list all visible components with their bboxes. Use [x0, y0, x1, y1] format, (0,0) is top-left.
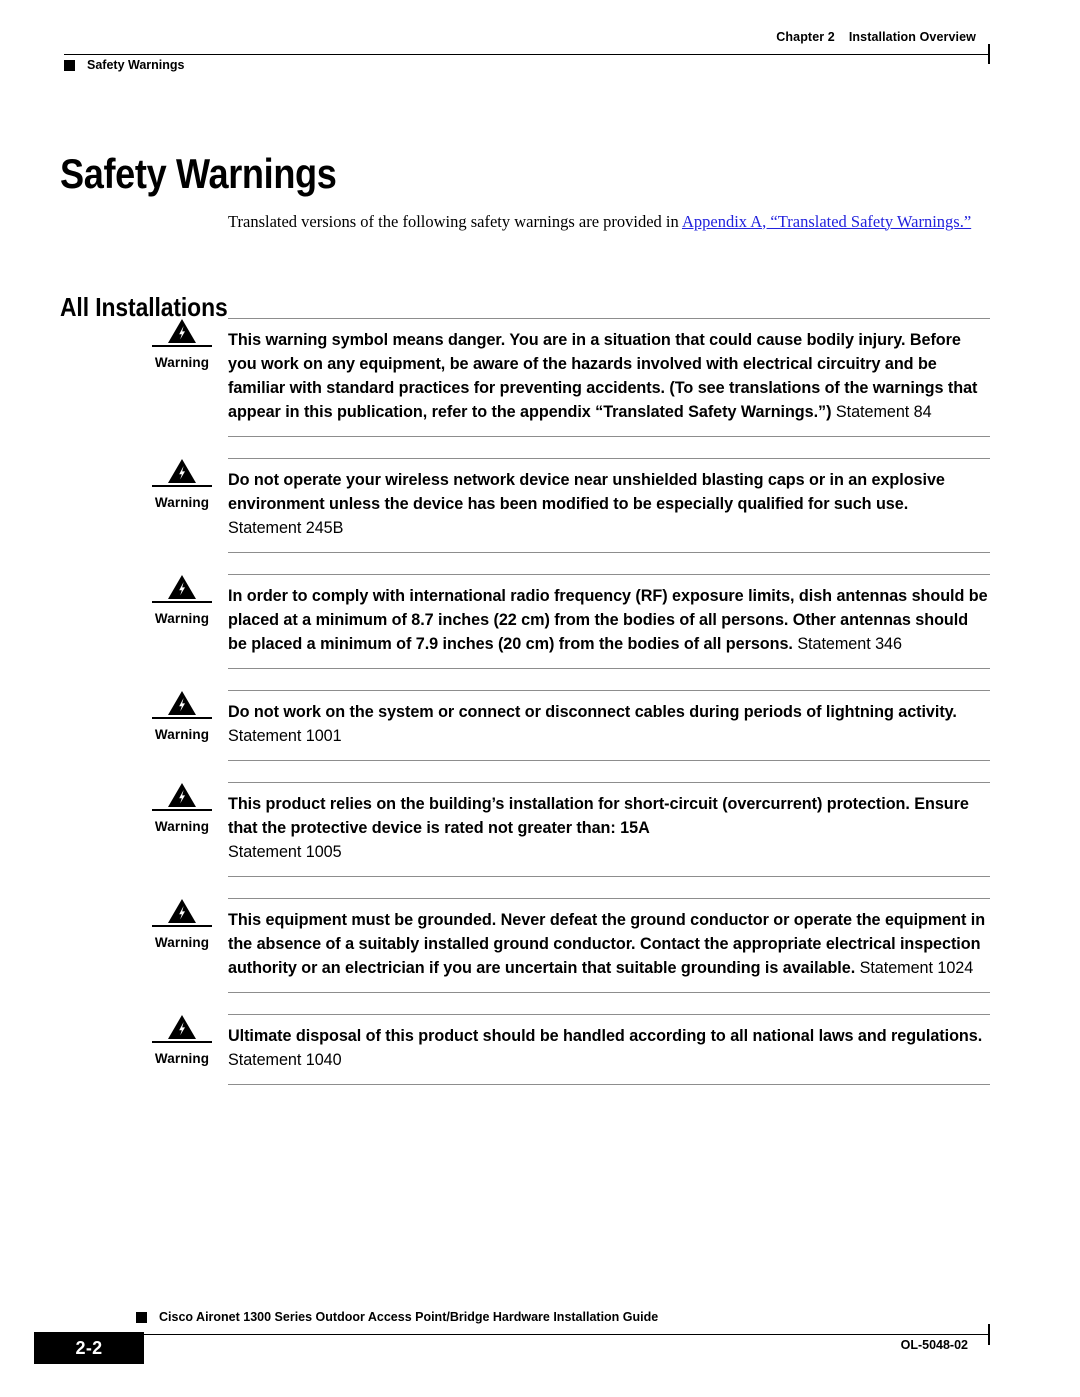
warning-text-group: This equipment must be grounded. Never d…	[228, 908, 990, 980]
warning-spacer	[152, 669, 990, 690]
footer-edge-tick	[988, 1324, 990, 1345]
warning-icon-column: Warning	[152, 898, 212, 949]
warning-block: Warning Do not work on the system or con…	[152, 690, 990, 761]
footer-title-group: Cisco Aironet 1300 Series Outdoor Access…	[136, 1310, 658, 1324]
warning-text: This product relies on the building’s in…	[228, 795, 969, 837]
header-topic-label: Safety Warnings	[87, 58, 185, 72]
warning-icon-column: Warning	[152, 782, 212, 833]
warning-text-group: Do not operate your wireless network dev…	[228, 468, 990, 540]
header-chapter-reference: Chapter 2 Installation Overview	[776, 30, 976, 44]
square-bullet-icon	[136, 1311, 147, 1323]
square-bullet-icon	[64, 59, 75, 71]
warning-spacer	[152, 437, 990, 458]
footer-divider-rule	[64, 1334, 990, 1335]
header-chapter-title: Installation Overview	[848, 30, 976, 44]
header-chapter-number: Chapter 2	[776, 30, 835, 44]
warning-triangle-lightning-icon	[168, 319, 196, 343]
warning-spacer	[152, 761, 990, 782]
document-page: Chapter 2 Installation Overview Safety Wa…	[0, 0, 1080, 1397]
warning-icon-column: Warning	[152, 1014, 212, 1065]
warning-label: Warning	[154, 494, 210, 510]
warning-triangle-lightning-icon	[168, 1015, 196, 1039]
warning-label: Warning	[154, 818, 210, 834]
warning-text-group: This warning symbol means danger. You ar…	[228, 328, 990, 424]
warning-body: Do not operate your wireless network dev…	[228, 458, 990, 553]
warning-body: Do not work on the system or connect or …	[228, 690, 990, 761]
footer-guide-title: Cisco Aironet 1300 Series Outdoor Access…	[159, 1310, 659, 1324]
warning-icon-column: Warning	[152, 574, 212, 625]
header-topic-group: Safety Warnings	[64, 58, 184, 72]
warning-body: In order to comply with international ra…	[228, 574, 990, 669]
warning-label: Warning	[154, 1050, 210, 1066]
warning-icon-column: Warning	[152, 690, 212, 741]
warning-icon-column: Warning	[152, 318, 212, 369]
warning-triangle-lightning-icon	[168, 783, 196, 807]
footer-document-id: OL-5048-02	[900, 1338, 968, 1352]
warning-label: Warning	[154, 354, 210, 370]
warning-label: Warning	[154, 934, 210, 950]
page-footer: Cisco Aironet 1300 Series Outdoor Access…	[34, 1310, 990, 1370]
warning-icon-column: Warning	[152, 458, 212, 509]
warning-text: Ultimate disposal of this product should…	[228, 1027, 983, 1045]
page-header: Chapter 2 Installation Overview Safety Wa…	[64, 30, 990, 76]
warning-label: Warning	[154, 610, 210, 626]
warning-body: This product relies on the building’s in…	[228, 782, 990, 877]
header-divider-rule	[64, 54, 990, 55]
warning-statement: Statement 1040	[228, 1051, 342, 1069]
warning-body: This equipment must be grounded. Never d…	[228, 898, 990, 993]
warning-label: Warning	[154, 726, 210, 742]
warning-body: This warning symbol means danger. You ar…	[228, 318, 990, 437]
warning-triangle-lightning-icon	[168, 899, 196, 923]
warning-spacer	[152, 993, 990, 1014]
warning-text-group: Do not work on the system or connect or …	[228, 700, 990, 748]
warning-text: Do not work on the system or connect or …	[228, 703, 957, 721]
warning-statement: Statement 245B	[228, 519, 344, 537]
page-number-badge: 2-2	[34, 1332, 144, 1364]
warning-statement: Statement 1005	[228, 843, 342, 861]
intro-text: Translated versions of the following saf…	[228, 211, 682, 231]
warning-body: Ultimate disposal of this product should…	[228, 1014, 990, 1085]
warning-triangle-lightning-icon	[168, 575, 196, 599]
appendix-a-cross-reference-link[interactable]: Appendix A, “Translated Safety Warnings.…	[682, 212, 971, 231]
warning-spacer	[152, 553, 990, 574]
warning-triangle-lightning-icon	[168, 459, 196, 483]
warning-block: Warning This product relies on the build…	[152, 782, 990, 877]
page-title: Safety Warnings	[60, 150, 337, 198]
warning-statement: Statement 346	[797, 635, 902, 653]
warning-text-group: In order to comply with international ra…	[228, 584, 990, 656]
warning-block: Warning In order to comply with internat…	[152, 574, 990, 669]
warning-spacer	[152, 877, 990, 898]
warning-block: Warning This equipment must be grounded.…	[152, 898, 990, 993]
warning-text-group: This product relies on the building’s in…	[228, 792, 990, 864]
warning-block: Warning This warning symbol means danger…	[152, 318, 990, 437]
warning-statement: Statement 1024	[859, 959, 974, 977]
warning-block: Warning Do not operate your wireless net…	[152, 458, 990, 553]
warning-triangle-lightning-icon	[168, 691, 196, 715]
header-edge-tick	[988, 44, 990, 64]
intro-paragraph: Translated versions of the following saf…	[228, 209, 990, 234]
section-heading-all-installations: All Installations	[60, 291, 228, 322]
warning-statement: Statement 84	[835, 403, 932, 421]
warning-text: Do not operate your wireless network dev…	[228, 471, 945, 513]
warning-statement: Statement 1001	[228, 727, 342, 745]
warning-text-group: Ultimate disposal of this product should…	[228, 1024, 990, 1072]
warning-block: Warning Ultimate disposal of this produc…	[152, 1014, 990, 1085]
warnings-list: Warning This warning symbol means danger…	[152, 318, 990, 1085]
